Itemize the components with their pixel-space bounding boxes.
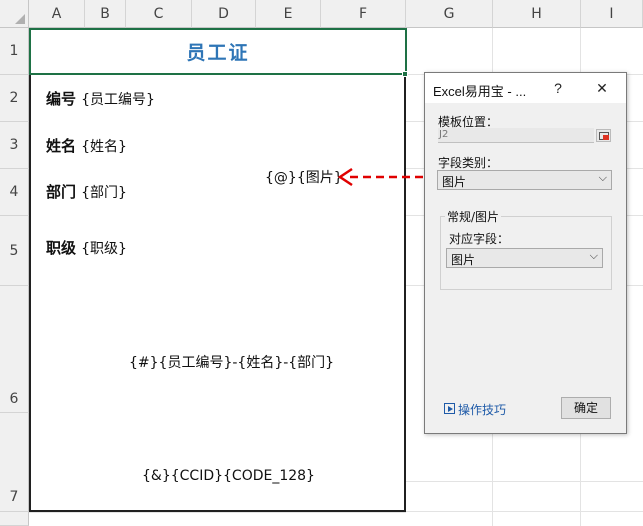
column-header-b[interactable]: B xyxy=(85,0,126,28)
ok-button[interactable]: 确定 xyxy=(561,397,611,419)
field-type-select[interactable]: 图片 ⌵ xyxy=(437,170,612,190)
field-row-id: 编号 {员工编号} xyxy=(46,88,155,109)
row-header-7[interactable]: 7 xyxy=(0,482,29,512)
fill-handle[interactable] xyxy=(402,71,408,77)
field-value-name: {姓名} xyxy=(81,139,127,155)
row-header-8[interactable] xyxy=(0,512,29,526)
template-location-input[interactable]: J2 xyxy=(438,128,594,143)
excel-tool-dialog: Excel易用宝 - ... ? ✕ 模板位置： J2 字段类别： 图片 ⌵ 常… xyxy=(424,72,627,434)
column-header-c[interactable]: C xyxy=(126,0,192,28)
column-header-f[interactable]: F xyxy=(321,0,406,28)
range-picker-icon[interactable] xyxy=(596,129,611,142)
field-value-grade: {职级} xyxy=(81,241,127,257)
field-label-id: 编号 xyxy=(46,90,77,108)
range-picker-mark xyxy=(603,135,609,140)
row-header-4[interactable]: 4 xyxy=(0,169,29,216)
gridline xyxy=(406,481,643,482)
row-header-2[interactable]: 2 xyxy=(0,75,29,122)
qrcode-placeholder[interactable]: {#}{员工编号}-{姓名}-{部门} xyxy=(129,352,334,372)
close-button[interactable]: ✕ xyxy=(589,77,615,99)
field-type-label: 字段类别： xyxy=(438,156,499,170)
column-header-h[interactable]: H xyxy=(493,0,581,28)
row-header-3[interactable]: 3 xyxy=(0,122,29,169)
field-value-dept: {部门} xyxy=(81,185,127,201)
chevron-down-icon: ⌵ xyxy=(589,249,598,262)
arrow-annotation xyxy=(337,167,432,187)
column-header-g[interactable]: G xyxy=(406,0,493,28)
mapped-field-label: 对应字段： xyxy=(449,232,510,246)
card-title: 员工证 xyxy=(186,42,250,64)
barcode-placeholder[interactable]: {&}{CCID}{CODE_128} xyxy=(142,468,315,484)
column-header-e[interactable]: E xyxy=(256,0,321,28)
photo-placeholder[interactable]: {@}{图片} xyxy=(265,167,343,187)
row-header-5[interactable]: 5 xyxy=(0,216,29,286)
help-button[interactable]: ? xyxy=(545,77,571,99)
dialog-title: Excel易用宝 - ... xyxy=(433,84,527,99)
gridline xyxy=(29,512,406,513)
gridline xyxy=(406,511,643,512)
field-label-dept: 部门 xyxy=(46,183,77,201)
field-type-value: 图片 xyxy=(442,175,467,189)
selected-title-cell[interactable]: 员工证 xyxy=(29,28,407,75)
field-label-name: 姓名 xyxy=(46,137,77,155)
field-value-id: {员工编号} xyxy=(81,92,155,108)
play-icon xyxy=(444,403,455,414)
column-header-d[interactable]: D xyxy=(192,0,256,28)
field-row-dept: 部门 {部门} xyxy=(46,181,127,202)
template-location-value: J2 xyxy=(439,129,449,140)
dialog-titlebar[interactable]: Excel易用宝 - ... ? ✕ xyxy=(425,73,626,103)
row-header-1[interactable]: 1 xyxy=(0,28,29,75)
column-header-a[interactable]: A xyxy=(29,0,85,28)
field-row-grade: 职级 {职级} xyxy=(46,237,127,258)
tips-label: 操作技巧 xyxy=(458,403,507,417)
field-label-grade: 职级 xyxy=(46,239,77,257)
group-label: 常规/图片 xyxy=(445,208,502,225)
column-header-i[interactable]: I xyxy=(581,0,643,28)
select-all-corner[interactable] xyxy=(0,0,29,28)
field-row-name: 姓名 {姓名} xyxy=(46,135,127,156)
mapped-field-value: 图片 xyxy=(451,253,476,267)
chevron-down-icon: ⌵ xyxy=(598,171,607,184)
mapped-field-select[interactable]: 图片 ⌵ xyxy=(446,248,603,268)
